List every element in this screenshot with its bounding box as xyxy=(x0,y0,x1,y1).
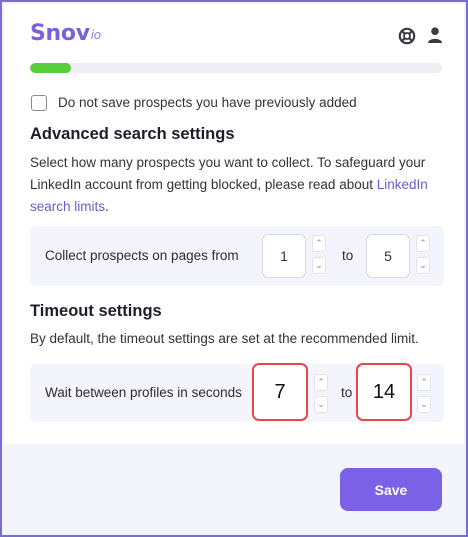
from-page-stepper: ⌃ ⌄ xyxy=(312,235,326,279)
timeout-range-card: Wait between profiles in seconds 7 ⌃ ⌄ t… xyxy=(30,363,444,422)
logo-text: Snov xyxy=(30,21,90,46)
advanced-settings-heading: Advanced search settings xyxy=(30,125,235,143)
logo-suffix: io xyxy=(90,28,101,42)
advanced-settings-description: Select how many prospects you want to co… xyxy=(30,152,448,218)
timeout-description: By default, the timeout settings are set… xyxy=(30,331,419,346)
to-page-decrement[interactable]: ⌄ xyxy=(416,257,430,274)
skip-saved-label: Do not save prospects you have previousl… xyxy=(58,95,357,110)
to-page-stepper: ⌃ ⌄ xyxy=(416,235,430,279)
to-page-increment[interactable]: ⌃ xyxy=(416,235,430,252)
timeout-settings-heading: Timeout settings xyxy=(30,302,162,320)
progress-fill xyxy=(30,63,72,73)
max-seconds-input[interactable]: 14 xyxy=(356,363,412,421)
max-seconds-stepper: ⌃ ⌄ xyxy=(417,374,431,418)
min-seconds-stepper: ⌃ ⌄ xyxy=(314,374,328,418)
progress-bar xyxy=(30,63,442,73)
pages-label: Collect prospects on pages from xyxy=(45,248,239,263)
advanced-description-end: . xyxy=(105,199,109,214)
lifebuoy-icon[interactable] xyxy=(398,27,416,45)
save-button[interactable]: Save xyxy=(340,468,442,511)
settings-panel: Snovio Do not save prospects you have pr… xyxy=(4,4,464,444)
max-seconds-increment[interactable]: ⌃ xyxy=(417,374,431,391)
min-seconds-input[interactable]: 7 xyxy=(252,363,308,421)
advanced-description-text: Select how many prospects you want to co… xyxy=(30,155,426,192)
to-page-input[interactable]: 5 xyxy=(366,234,410,278)
snovio-logo: Snovio xyxy=(30,21,101,46)
seconds-to-label: to xyxy=(341,385,353,400)
wait-label: Wait between profiles in seconds xyxy=(45,385,242,400)
pages-range-card: Collect prospects on pages from 1 ⌃ ⌄ to… xyxy=(30,226,444,286)
from-page-increment[interactable]: ⌃ xyxy=(312,235,326,252)
user-icon[interactable] xyxy=(426,26,444,44)
min-seconds-increment[interactable]: ⌃ xyxy=(314,374,328,391)
skip-saved-checkbox[interactable] xyxy=(31,95,47,111)
pages-to-label: to xyxy=(342,248,354,263)
max-seconds-decrement[interactable]: ⌄ xyxy=(417,396,431,413)
extension-window: Snovio Do not save prospects you have pr… xyxy=(0,0,468,537)
min-seconds-decrement[interactable]: ⌄ xyxy=(314,396,328,413)
from-page-decrement[interactable]: ⌄ xyxy=(312,257,326,274)
from-page-input[interactable]: 1 xyxy=(262,234,306,278)
